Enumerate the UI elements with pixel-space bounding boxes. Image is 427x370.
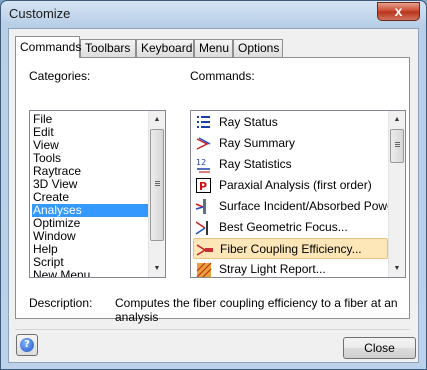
geometric-focus-icon [195,221,208,235]
scroll-up-arrow-icon[interactable]: ▲ [389,111,405,128]
commands-label: Commands: [190,69,255,83]
commands-listbox[interactable]: Ray Status Ray Summary 12 Ray Statistics… [190,110,406,278]
dialog-client-area: Commands Toolbars Keyboard Menu Options … [8,28,419,363]
command-label: Ray Summary [219,136,296,150]
customize-dialog: Customize x Commands Toolbars Keyboard M… [0,0,427,370]
scroll-up-arrow-icon[interactable]: ▲ [149,111,165,128]
svg-text:P: P [199,180,207,193]
command-item[interactable]: Ray Summary [193,133,388,154]
command-item-selected[interactable]: Fiber Coupling Efficiency... [193,238,388,259]
tab-options[interactable]: Options [233,39,283,57]
categories-label: Categories: [29,69,91,83]
tab-keyboard[interactable]: Keyboard [136,39,194,57]
ray-statistics-icon: 12 [196,158,210,173]
paraxial-icon: P [196,178,211,193]
window-close-button[interactable]: x [377,2,420,21]
command-item[interactable]: Surface Incident/Absorbed Power [193,196,398,217]
surface-power-icon [195,199,206,214]
command-item[interactable]: 12 Ray Statistics [193,154,388,175]
window-title: Customize [9,6,71,21]
description-label: Description: [29,296,93,310]
commands-tab-panel: Categories: Commands: File Edit View Too… [15,57,410,324]
tab-commands[interactable]: Commands [15,36,81,58]
command-label: Best Geometric Focus... [219,220,348,234]
command-item[interactable]: Best Geometric Focus... [193,217,388,238]
fiber-coupling-icon [196,244,213,256]
tab-toolbars[interactable]: Toolbars [80,39,136,57]
scroll-down-arrow-icon[interactable]: ▼ [149,260,165,277]
command-label: Ray Status [219,115,278,129]
footer-divider [15,329,410,330]
title-bar[interactable]: Customize x [1,1,426,27]
help-button[interactable]: ? [16,334,38,356]
command-label: Fiber Coupling Efficiency... [220,242,362,256]
categories-scrollbar[interactable]: ▲ ▼ [148,111,165,277]
close-button[interactable]: Close [343,337,416,359]
command-label: Surface Incident/Absorbed Power [219,199,398,213]
command-item[interactable]: Ray Status [193,112,388,133]
command-item[interactable]: P Paraxial Analysis (first order) [193,175,388,196]
tab-menu[interactable]: Menu [194,39,233,57]
category-item[interactable]: New Menu [32,269,149,278]
commands-scrollbar[interactable]: ▲ ▼ [388,111,405,277]
ray-status-icon [197,116,210,128]
description-text: Computes the fiber coupling efficiency t… [115,296,398,324]
svg-text:12: 12 [196,158,206,167]
help-icon: ? [20,338,34,352]
command-label: Paraxial Analysis (first order) [219,178,372,192]
categories-scroll-thumb[interactable] [150,129,164,241]
categories-listbox[interactable]: File Edit View Tools Raytrace 3D View Cr… [29,110,166,278]
ray-summary-icon [196,137,211,150]
commands-scroll-thumb[interactable] [390,129,404,163]
command-label: Stray Light Report... [219,262,326,276]
scroll-down-arrow-icon[interactable]: ▼ [389,260,405,277]
command-item[interactable]: Stray Light Report... [193,259,388,277]
command-label: Ray Statistics [219,157,292,171]
stray-light-icon [196,262,212,277]
